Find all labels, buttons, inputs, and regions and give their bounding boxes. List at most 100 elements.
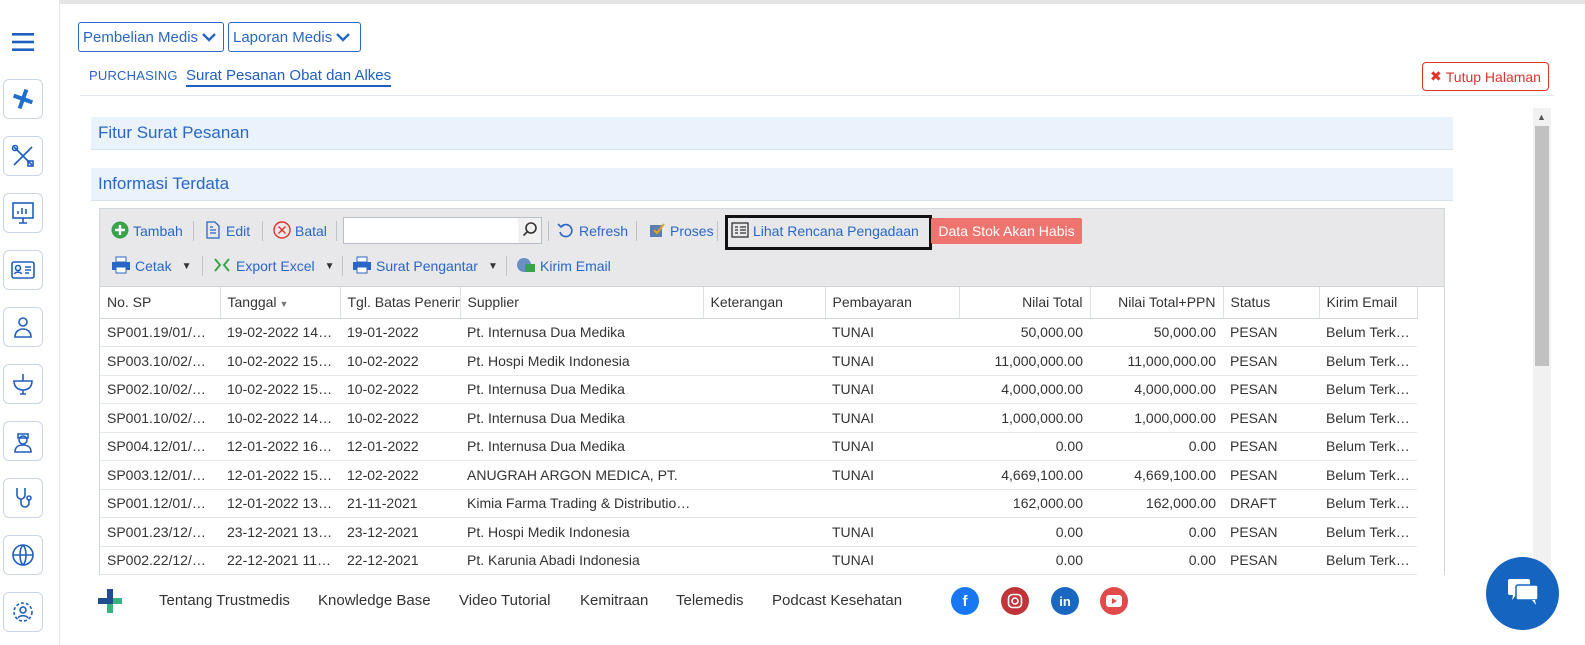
footer-link-podcast[interactable]: Podcast Kesehatan [772, 592, 902, 609]
breadcrumb-page[interactable]: Surat Pesanan Obat dan Alkes [186, 67, 392, 87]
facebook-icon[interactable]: f [951, 587, 979, 615]
col-header-supplier[interactable]: Supplier [460, 287, 704, 319]
search-icon [522, 221, 538, 240]
table-cell: Belum Terkirim [1319, 375, 1417, 404]
table-row[interactable]: SP001.23/12/2021 23-12-2021 13:20 23-12-20… [100, 517, 1417, 547]
kirim-email-label: Kirim Email [540, 258, 611, 274]
col-header-status[interactable]: Status [1223, 287, 1320, 319]
fitur-panel-header[interactable]: Fitur Surat Pesanan [91, 117, 1453, 150]
youtube-icon[interactable] [1100, 587, 1128, 615]
settings-person-icon[interactable] [3, 592, 43, 632]
separator [193, 221, 194, 241]
table-cell: SP001.19/01/2022 [100, 318, 220, 347]
process-icon [648, 221, 666, 242]
col-header-tanggal[interactable]: Tanggal ▼ [220, 287, 341, 319]
table-cell: 4,669,100.00 [959, 460, 1090, 490]
chat-widget-button[interactable] [1486, 557, 1559, 630]
table-cell: PESAN [1223, 375, 1319, 404]
table-cell: 0.00 [959, 546, 1090, 575]
footer-link-tentang[interactable]: Tentang Trustmedis [159, 592, 290, 609]
data-grid: Tambah Edit Batal Refresh Proses Lihat R… [99, 208, 1445, 578]
table-row[interactable]: SP001.12/01/2022 12-01-2022 13:10 21-11-20… [100, 489, 1417, 518]
table-cell: 4,000,000.00 [1090, 375, 1223, 404]
grid-toolbar: Tambah Edit Batal Refresh Proses Lihat R… [100, 209, 1444, 287]
col-header-label: Tanggal [227, 294, 277, 311]
pembelian-medis-dropdown[interactable]: Pembelian Medis [78, 22, 224, 52]
breadcrumb-module[interactable]: PURCHASING [89, 68, 178, 83]
page-scrollbar[interactable]: ▲ [1533, 108, 1551, 568]
table-row[interactable]: SP001.19/01/2022 19-02-2022 14:30 19-01-20… [100, 318, 1417, 347]
footer-link-telemedis[interactable]: Telemedis [676, 592, 744, 609]
col-header-kirim-email[interactable]: Kirim Email [1319, 287, 1418, 319]
col-header-nilai-total-ppn[interactable]: Nilai Total+PPN [1090, 287, 1224, 319]
lihat-rencana-label: Lihat Rencana Pengadaan [753, 223, 919, 239]
table-row[interactable]: SP003.12/01/2022 12-01-2022 15:40 12-02-20… [100, 460, 1417, 490]
data-stok-habis-button[interactable]: Data Stok Akan Habis [931, 218, 1082, 244]
separator [336, 221, 337, 241]
surat-pengantar-button[interactable]: Surat Pengantar ▼ [352, 253, 498, 279]
table-cell: TUNAI [825, 546, 959, 575]
proses-label: Proses [670, 223, 714, 239]
pharmacy-icon[interactable] [3, 364, 43, 404]
table-cell [703, 375, 825, 404]
table-cell: TUNAI [825, 517, 959, 547]
search-input[interactable] [343, 217, 519, 244]
table-cell: Pt. Internusa Dua Medika [460, 375, 703, 404]
table-row[interactable]: SP003.10/02/2022 10-02-2022 15:10 10-02-20… [100, 346, 1417, 376]
table-row[interactable]: SP002.22/12/2021 22-12-2021 11:30 22-12-20… [100, 546, 1417, 575]
info-panel-title: Informasi Terdata [98, 174, 230, 193]
refresh-button[interactable]: Refresh [557, 218, 628, 244]
footer-link-knowledge[interactable]: Knowledge Base [318, 592, 431, 609]
stethoscope-icon[interactable] [3, 478, 43, 518]
export-excel-button[interactable]: Export Excel ▼ [212, 253, 335, 279]
search-button[interactable] [518, 217, 542, 244]
col-header-keterangan[interactable]: Keterangan [703, 287, 826, 319]
email-send-icon [516, 256, 536, 277]
globe-hospital-icon[interactable] [3, 535, 43, 575]
linkedin-icon[interactable]: in [1051, 587, 1079, 615]
close-page-button[interactable]: ✖ Tutup Halaman [1422, 62, 1549, 91]
nurse-icon[interactable] [3, 421, 43, 461]
table-cell: Pt. Internusa Dua Medika [460, 432, 703, 461]
scroll-up-icon[interactable]: ▲ [1537, 112, 1546, 122]
table-cell: Belum Terkirim [1319, 432, 1417, 461]
table-row[interactable]: SP002.10/02/2022 10-02-2022 15:00 10-02-20… [100, 375, 1417, 404]
footer-link-video[interactable]: Video Tutorial [459, 592, 550, 609]
table-cell: 23-12-2021 [340, 517, 460, 547]
fitur-panel-title: Fitur Surat Pesanan [98, 123, 250, 142]
trustmedis-logo-icon[interactable] [95, 587, 125, 618]
table-cell: 23-12-2021 13:20 [220, 517, 340, 547]
table-cell: 19-01-2022 [340, 318, 460, 347]
batal-button[interactable]: Batal [273, 218, 327, 244]
laporan-medis-dropdown[interactable]: Laporan Medis [228, 22, 361, 52]
lihat-rencana-button[interactable]: Lihat Rencana Pengadaan [731, 218, 919, 244]
table-row[interactable]: SP004.12/01/2022 12-01-2022 16:20 12-01-20… [100, 432, 1417, 461]
cetak-button[interactable]: Cetak ▼ [111, 253, 191, 279]
tools-icon[interactable] [3, 136, 43, 176]
col-header-no-sp[interactable]: No. SP [100, 287, 221, 319]
edit-button[interactable]: Edit [204, 218, 250, 244]
info-panel-header[interactable]: Informasi Terdata [91, 168, 1453, 201]
tambah-button[interactable]: Tambah [111, 218, 183, 244]
table-cell: SP003.10/02/2022 [100, 346, 220, 376]
scrollbar-thumb[interactable] [1535, 126, 1549, 366]
hamburger-menu-icon[interactable] [3, 22, 43, 62]
col-header-tgl-batas[interactable]: Tgl. Batas Penerimaan [340, 287, 461, 319]
id-card-icon[interactable] [3, 250, 43, 290]
kirim-email-button[interactable]: Kirim Email [516, 253, 611, 279]
footer-link-kemitraan[interactable]: Kemitraan [580, 592, 648, 609]
presentation-chart-icon[interactable] [3, 193, 43, 233]
table-cell: 162,000.00 [1090, 489, 1223, 518]
patient-icon[interactable] [3, 307, 43, 347]
table-cell: 11,000,000.00 [959, 346, 1090, 376]
table-row[interactable]: SP001.10/02/2022 10-02-2022 14:50 10-02-20… [100, 403, 1417, 433]
table-cell: 10-02-2022 15:00 [220, 375, 340, 404]
col-header-pembayaran[interactable]: Pembayaran [825, 287, 960, 319]
trustmedis-logo-icon[interactable] [3, 79, 43, 119]
col-header-nilai-total[interactable]: Nilai Total [959, 287, 1091, 319]
close-page-label: Tutup Halaman [1445, 68, 1541, 85]
instagram-icon[interactable] [1001, 587, 1029, 615]
col-header-label: Status [1230, 294, 1271, 311]
table-cell: DRAFT [1223, 489, 1319, 518]
proses-button[interactable]: Proses [648, 218, 714, 244]
